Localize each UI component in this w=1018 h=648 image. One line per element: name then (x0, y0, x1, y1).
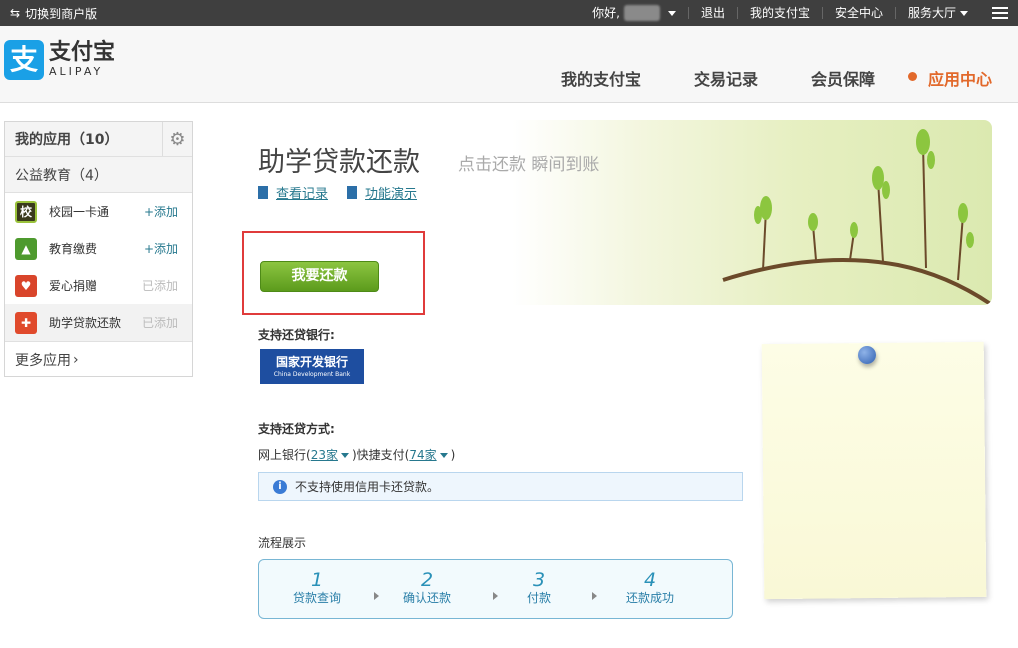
loan-icon: ✚ (15, 311, 37, 334)
sidebar-item-donation[interactable]: ♥ 爱心捐赠 已添加 (5, 267, 192, 304)
arrow-right-icon (493, 592, 498, 600)
added-status: 已添加 (141, 279, 178, 293)
online-bank-prefix: 网上银行( (258, 448, 311, 462)
more-apps-label: 更多应用 (15, 352, 71, 369)
greeting-text: 你好, (592, 5, 620, 20)
bank-name-cn: 国家开发银行 (275, 355, 348, 369)
add-link[interactable]: +添加 (144, 240, 178, 257)
chevron-down-icon (960, 11, 968, 16)
payment-methods: 网上银行(23家 )快捷支付(74家) (258, 446, 455, 463)
top-bar: ⇆ 切换到商户版 你好, 退出 我的支付宝 安全中心 服务大厅 (0, 0, 1018, 26)
sidebar-item-label: 教育缴费 (49, 242, 98, 256)
nav-member-protection[interactable]: 会员保障 (811, 66, 875, 90)
repay-button[interactable]: 我要还款 (260, 261, 379, 292)
sticky-note (761, 341, 987, 600)
flow-step: 1 贷款查询 (277, 570, 357, 606)
quick-pay-count: 74家 (409, 448, 437, 462)
username-blurred (623, 5, 660, 21)
pushpin-icon (858, 346, 876, 364)
bank-name-en: China Development Bank (273, 371, 351, 378)
logo-text-cn: 支付宝 (49, 40, 116, 65)
nav-transactions[interactable]: 交易记录 (694, 66, 758, 90)
logo-text-en: ALIPAY (49, 65, 104, 78)
category-header[interactable]: 公益教育（4） (5, 157, 192, 193)
heart-icon: ♥ (15, 274, 37, 297)
document-icon (347, 186, 357, 199)
main-nav: 我的支付宝 交易记录 会员保障 应用中心 (508, 66, 992, 90)
function-demo-link[interactable]: 功能演示 (347, 183, 417, 202)
step-number: 2 (420, 569, 434, 591)
service-hall-menu[interactable]: 服务大厅 (894, 6, 980, 20)
my-alipay-link[interactable]: 我的支付宝 (736, 7, 822, 19)
sidebar-item-label: 助学贷款还款 (49, 316, 122, 330)
quick-pay-count-dropdown[interactable]: 74家 (409, 448, 436, 462)
gear-icon[interactable]: ⚙ (162, 122, 192, 156)
switch-merchant-link[interactable]: ⇆ 切换到商户版 (10, 0, 97, 26)
notice-text: 不支持使用信用卡还贷款。 (295, 480, 440, 494)
sidebar-item-student-loan[interactable]: ✚ 助学贷款还款 已添加 (5, 304, 192, 341)
step-label: 确认还款 (402, 591, 451, 605)
caret-down-icon[interactable] (439, 453, 448, 458)
flow-step: 3 付款 (499, 570, 579, 606)
sidebar-item-label: 校园一卡通 (49, 205, 110, 219)
sidebar-item-campus-card[interactable]: 校 校园一卡通 +添加 (5, 193, 192, 230)
supported-methods-label: 支持还贷方式: (258, 422, 335, 436)
online-bank-count: 23家 (310, 448, 338, 462)
info-icon: i (273, 479, 287, 494)
step-number: 4 (643, 569, 657, 591)
step-number: 3 (532, 569, 546, 591)
school-card-icon: 校 (15, 200, 37, 223)
header: 支 支付宝 ALIPAY 我的支付宝 交易记录 会员保障 应用中心 (0, 26, 1018, 103)
step-number: 1 (310, 569, 324, 591)
page-subtitle: 点击还款 瞬间到账 (458, 155, 600, 175)
online-bank-count-dropdown[interactable]: 23家 (311, 448, 338, 462)
view-records-link[interactable]: 查看记录 (258, 183, 328, 202)
nav-app-center-label: 应用中心 (927, 70, 992, 89)
switch-icon: ⇆ (10, 6, 21, 20)
user-greeting[interactable]: 你好, (580, 5, 688, 21)
methods-suffix: ) (450, 448, 456, 462)
app-sidebar: 我的应用（10） ⚙ 公益教育（4） 校 校园一卡通 +添加 ▲ 教育缴费 +添… (4, 121, 193, 377)
step-label: 付款 (526, 591, 551, 605)
step-label: 还款成功 (625, 591, 674, 605)
flow-step: 4 还款成功 (610, 570, 690, 606)
security-center-link[interactable]: 安全中心 (821, 7, 895, 19)
sidebar-item-education-fee[interactable]: ▲ 教育缴费 +添加 (5, 230, 192, 267)
function-demo-label: 功能演示 (365, 187, 418, 202)
my-apps-label: 我的应用（10） (15, 132, 119, 148)
nav-app-center[interactable]: 应用中心 (907, 66, 992, 90)
add-link[interactable]: +添加 (144, 203, 178, 220)
quick-pay-prefix: )快捷支付( (351, 448, 410, 462)
service-hall-label: 服务大厅 (907, 6, 956, 20)
added-status: 已添加 (141, 316, 178, 330)
active-dot-icon (907, 72, 917, 81)
credit-card-notice: i 不支持使用信用卡还贷款。 (258, 472, 743, 501)
alipay-logo[interactable]: 支 支付宝 ALIPAY (4, 40, 115, 80)
document-icon (258, 186, 268, 199)
step-label: 贷款查询 (292, 591, 341, 605)
switch-label: 切换到商户版 (25, 6, 98, 21)
supported-banks-label: 支持还贷银行: (258, 328, 335, 342)
logout-link[interactable]: 退出 (687, 7, 737, 19)
page-title: 助学贷款还款 (258, 147, 420, 178)
nav-my-alipay[interactable]: 我的支付宝 (561, 66, 641, 90)
flow-step: 2 确认还款 (387, 570, 467, 606)
arrow-right-icon (592, 592, 597, 600)
chevron-right-icon: › (73, 351, 79, 368)
alipay-logo-icon: 支 (4, 40, 44, 80)
flow-title: 流程展示 (258, 536, 307, 550)
chevron-down-icon (667, 10, 676, 16)
my-apps-header[interactable]: 我的应用（10） ⚙ (5, 122, 192, 157)
view-records-label: 查看记录 (276, 187, 329, 202)
menu-icon[interactable] (992, 7, 1008, 19)
more-apps-link[interactable]: 更多应用 › (5, 341, 192, 377)
arrow-right-icon (374, 592, 379, 600)
caret-down-icon[interactable] (340, 453, 349, 458)
graduation-cap-icon: ▲ (15, 237, 37, 260)
process-flow: 1 贷款查询 2 确认还款 3 付款 4 还款成功 (258, 559, 733, 619)
sidebar-item-label: 爱心捐赠 (49, 279, 98, 293)
bank-logo-cdb: 国家开发银行 China Development Bank (260, 349, 364, 384)
